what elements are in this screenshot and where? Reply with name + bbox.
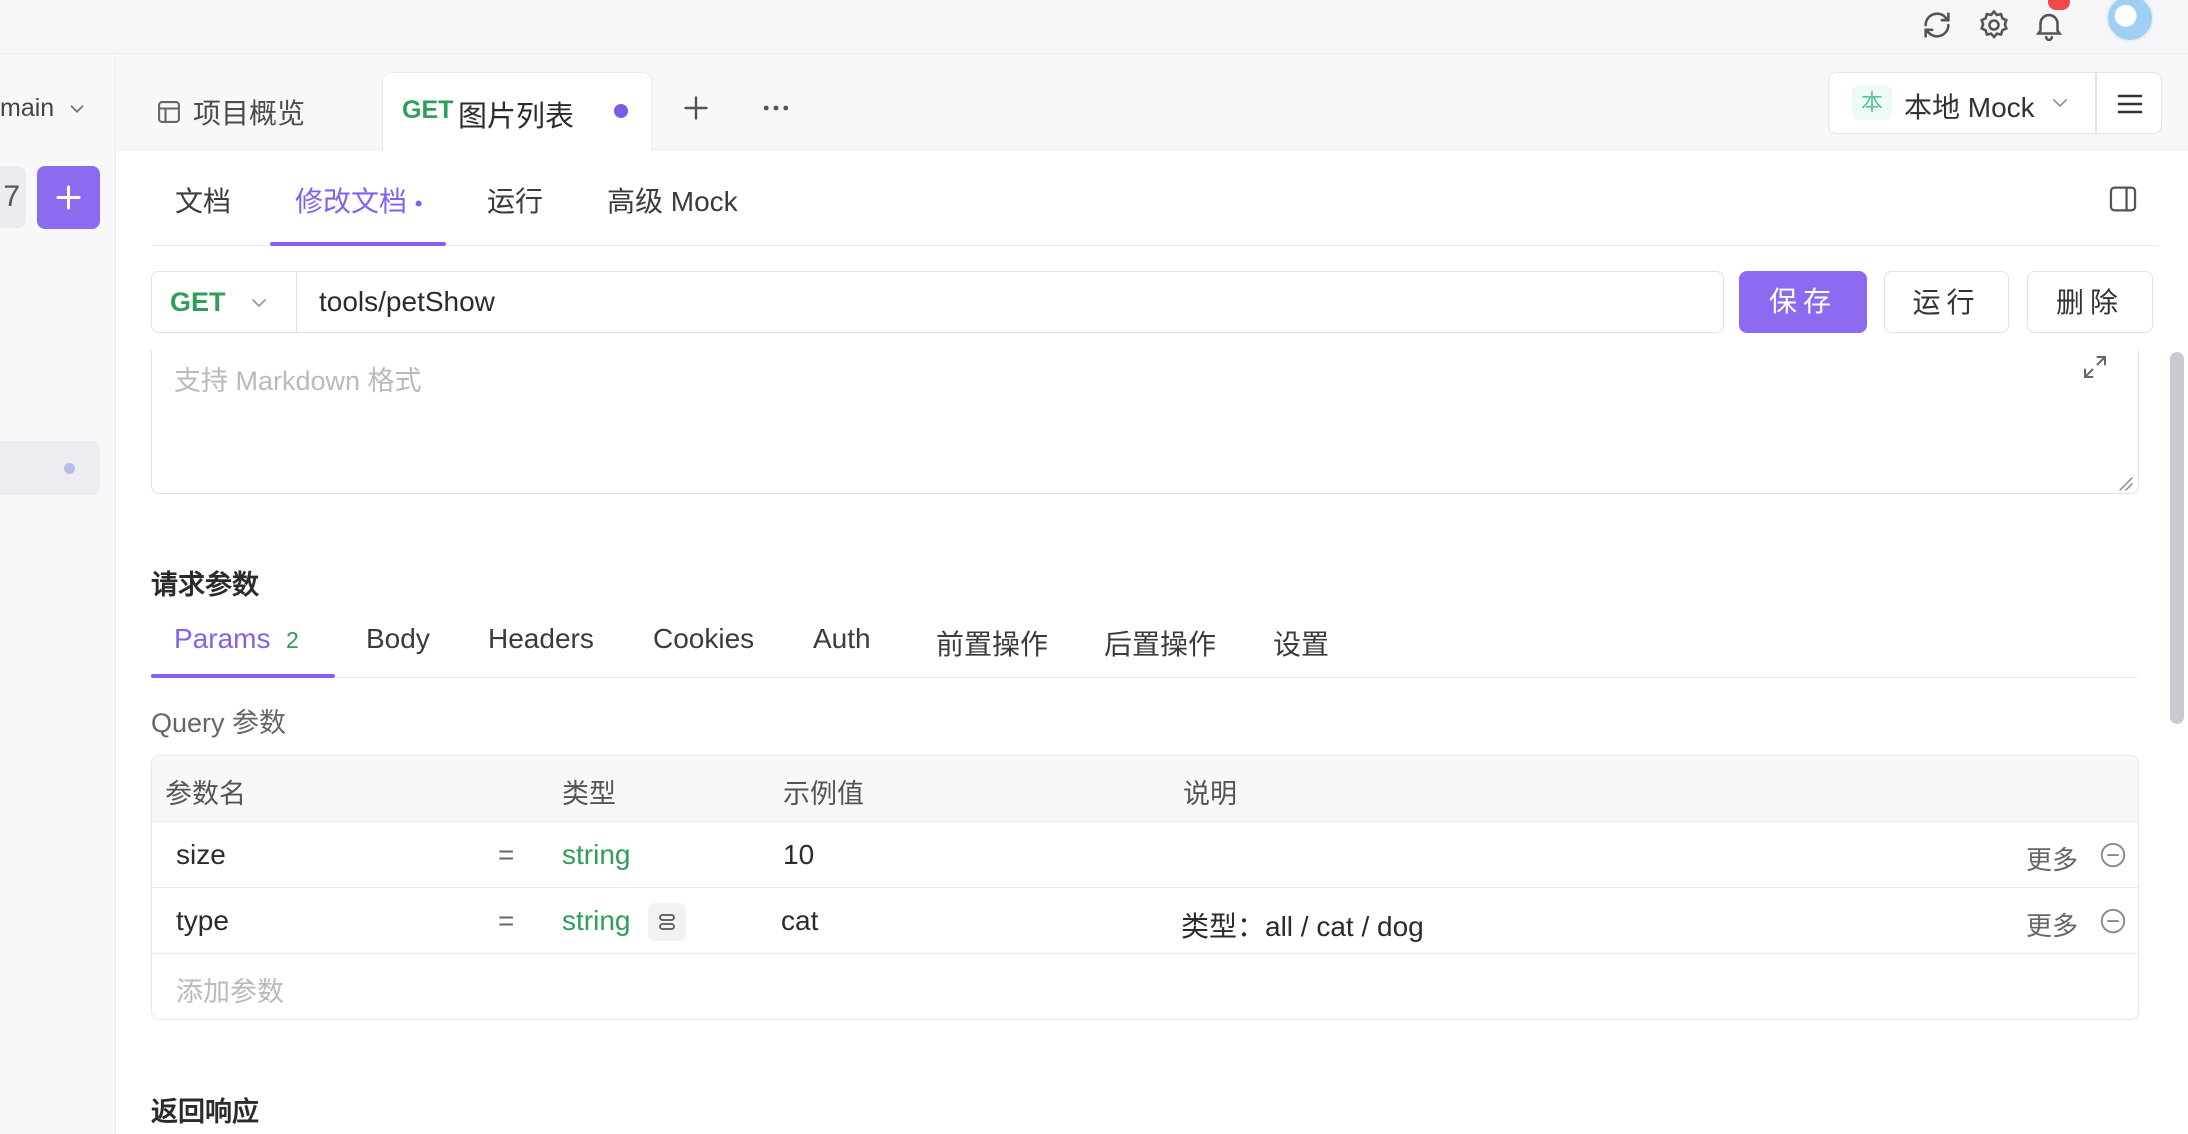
layout-icon — [158, 101, 180, 123]
active-tab-indicator — [151, 674, 335, 678]
column-header-example: 示例值 — [783, 779, 864, 809]
tab-settings[interactable]: 设置 — [1273, 623, 1329, 663]
tab-body[interactable]: Body — [366, 623, 430, 655]
add-param-input[interactable]: 添加参数 — [176, 970, 284, 1009]
column-header-description: 说明 — [1183, 779, 1237, 809]
branch-selector[interactable]: main — [0, 94, 54, 123]
response-title: 返回响应 — [151, 1097, 259, 1127]
chevron-down-icon[interactable] — [2048, 91, 2072, 115]
param-type[interactable]: string — [562, 839, 630, 871]
request-params-title: 请求参数 — [151, 570, 259, 600]
tab-params[interactable]: Params — [174, 623, 270, 655]
expand-icon[interactable] — [2080, 352, 2110, 382]
param-example[interactable]: cat — [781, 905, 818, 937]
param-name[interactable]: type — [176, 905, 229, 937]
subtab-advanced-mock[interactable]: 高级 Mock — [607, 180, 738, 220]
more-link[interactable]: 更多 — [2026, 906, 2078, 943]
params-count-badge: 2 — [286, 627, 299, 653]
bell-icon[interactable] — [2032, 8, 2066, 42]
sidebar-selected-item[interactable] — [0, 441, 100, 495]
param-example[interactable]: 10 — [783, 839, 814, 871]
add-button[interactable] — [37, 166, 100, 229]
equals-sign: = — [498, 905, 515, 936]
method-label: GET — [170, 287, 226, 317]
divider — [152, 245, 2158, 246]
column-header-type: 类型 — [562, 779, 616, 809]
settings-icon[interactable] — [1977, 8, 2011, 42]
subtab-run[interactable]: 运行 — [487, 180, 543, 220]
top-bar — [0, 0, 2188, 54]
more-icon[interactable] — [758, 90, 794, 126]
tab-label: 项目概览 — [193, 98, 306, 129]
tab-pre-processors[interactable]: 前置操作 — [936, 623, 1048, 663]
tab-post-processors[interactable]: 后置操作 — [1104, 623, 1216, 663]
subtab-doc[interactable]: 文档 — [175, 180, 231, 220]
query-params-label: Query 参数 — [151, 708, 287, 738]
param-name[interactable]: size — [176, 839, 226, 871]
unsaved-dot — [614, 104, 628, 118]
divider — [151, 677, 2139, 678]
side-panel-icon[interactable] — [2106, 182, 2140, 216]
tab-auth[interactable]: Auth — [813, 623, 871, 655]
environment-badge: 本 — [1852, 86, 1892, 120]
url-input[interactable] — [296, 271, 1724, 333]
remove-param-icon[interactable] — [2098, 906, 2128, 936]
tab-project-overview[interactable]: 项目概览 — [155, 92, 305, 132]
more-link[interactable]: 更多 — [2026, 840, 2078, 877]
tab-headers[interactable]: Headers — [488, 623, 594, 655]
column-header-name: 参数名 — [165, 779, 246, 809]
chevron-down-icon[interactable] — [66, 98, 88, 120]
param-type[interactable]: string — [562, 905, 630, 937]
remove-param-icon[interactable] — [2098, 840, 2128, 870]
tab-method: GET — [402, 96, 454, 124]
row-divider — [152, 887, 2138, 888]
chevron-down-icon[interactable] — [247, 291, 271, 315]
active-tab-indicator — [270, 242, 446, 246]
equals-sign: = — [498, 839, 515, 870]
menu-icon[interactable] — [2096, 72, 2162, 134]
scrollbar[interactable] — [2170, 352, 2184, 724]
tab-cookies[interactable]: Cookies — [653, 623, 754, 655]
delete-button[interactable]: 删除 — [2027, 271, 2153, 333]
subtab-edit-label: 修改文档 — [295, 186, 408, 217]
save-button[interactable]: 保存 — [1739, 271, 1867, 333]
new-tab-icon[interactable] — [678, 90, 714, 126]
edit-marker: • — [414, 191, 423, 216]
row-divider — [152, 953, 2138, 954]
refresh-icon[interactable] — [1920, 8, 1954, 42]
table-header — [152, 756, 2138, 822]
environment-label: 本地 Mock — [1904, 92, 2035, 123]
description-placeholder: 支持 Markdown 格式 — [174, 366, 422, 396]
param-description[interactable]: 类型：all / cat / dog — [1181, 905, 1424, 945]
tab-label: 图片列表 — [458, 101, 575, 133]
unsaved-dot — [64, 463, 75, 474]
resize-handle-icon[interactable] — [2114, 472, 2134, 492]
subtab-edit-doc[interactable]: 修改文档 • — [295, 180, 423, 220]
description-editor[interactable] — [151, 350, 2139, 494]
run-button[interactable]: 运行 — [1884, 271, 2009, 333]
sidebar-toggle[interactable]: 7 — [0, 166, 26, 228]
enum-icon[interactable] — [648, 903, 686, 941]
